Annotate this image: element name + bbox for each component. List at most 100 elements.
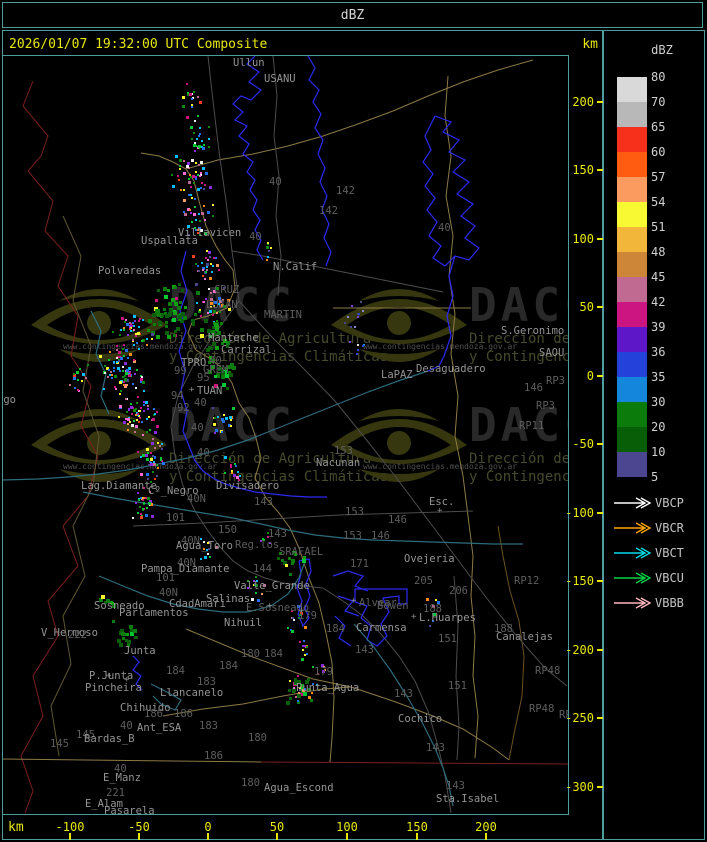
radar-echo-pixel — [155, 299, 158, 302]
station-cross-marker: + — [411, 612, 417, 622]
radar-echo-pixel — [200, 187, 202, 189]
boundary-line — [185, 59, 534, 170]
y-axis-tick — [597, 512, 603, 514]
map-place-label: 179 — [314, 666, 333, 678]
radar-echo-pixel — [190, 212, 192, 214]
radar-echo-pixel — [151, 333, 154, 336]
radar-echo-pixel — [165, 314, 169, 318]
radar-echo-pixel — [255, 576, 257, 578]
title-bar: dBZ — [2, 2, 703, 28]
radar-echo-pixel — [127, 334, 129, 336]
radar-echo-pixel — [154, 413, 156, 415]
radar-echo-pixel — [199, 101, 202, 104]
radar-echo-pixel — [197, 265, 199, 267]
map-place-label: 180 — [241, 777, 260, 789]
dacc-watermark: DACCDirección de Agriculturay Contingenc… — [331, 398, 568, 485]
radar-echo-pixel — [198, 213, 200, 215]
timestamp: 2026/01/07 19:32:00 UTC Composite — [9, 37, 268, 52]
map-place-label: 143 — [446, 780, 465, 792]
radar-echo-pixel — [148, 502, 151, 505]
map-place-label: Nihuil — [224, 617, 262, 629]
radar-echo-pixel — [125, 398, 127, 400]
radar-echo-pixel — [357, 344, 359, 346]
radar-echo-pixel — [137, 413, 139, 415]
radar-echo-pixel — [73, 373, 75, 375]
radar-echo-pixel — [127, 429, 129, 431]
radar-echo-pixel — [304, 654, 306, 656]
radar-echo-pixel — [132, 322, 134, 324]
map-place-label: 146 — [524, 382, 543, 394]
radar-echo-pixel — [200, 328, 204, 332]
radar-echo-pixel — [266, 259, 268, 261]
radar-echo-pixel — [208, 288, 210, 290]
x-axis-tick-label: -50 — [128, 820, 150, 834]
radar-echo-pixel — [151, 515, 154, 518]
radar-echo-pixel — [133, 359, 135, 361]
radar-echo-pixel — [237, 471, 239, 473]
radar-echo-pixel — [111, 374, 113, 376]
radar-echo-pixel — [120, 357, 123, 360]
radar-echo-pixel — [297, 675, 299, 677]
radar-echo-pixel — [146, 344, 148, 346]
radar-echo-pixel — [186, 165, 189, 168]
map-place-label: RP3 — [536, 400, 555, 412]
radar-echo-pixel — [127, 423, 129, 425]
radar-echo-pixel — [198, 270, 200, 272]
radar-echo-pixel — [347, 316, 349, 318]
radar-echo-pixel — [299, 641, 301, 643]
radar-echo-pixel — [212, 215, 214, 217]
radar-echo-pixel — [113, 367, 115, 369]
map-place-label: 144 — [253, 563, 272, 575]
station-cross-marker: + — [267, 601, 273, 611]
radar-echo-pixel — [218, 269, 220, 271]
radar-echo-pixel — [135, 408, 137, 410]
radar-echo-pixel — [134, 373, 136, 375]
radar-echo-pixel — [205, 257, 207, 259]
radar-echo-pixel — [349, 341, 351, 343]
radar-echo-pixel — [192, 175, 195, 178]
river-line — [422, 115, 480, 267]
radar-echo-pixel — [229, 416, 232, 419]
map-place-label: SRAFAEL — [279, 546, 323, 558]
map-place-label: RP3 — [546, 375, 565, 387]
x-axis-tick — [276, 833, 278, 840]
radar-echo-pixel — [199, 133, 201, 135]
y-axis-tick — [597, 717, 603, 719]
radar-echo-pixel — [130, 403, 132, 405]
radar-echo-pixel — [108, 369, 110, 371]
radar-echo-pixel — [125, 319, 127, 321]
map-place-label: Ovejeria — [404, 553, 455, 565]
radar-echo-pixel — [191, 319, 195, 323]
dacc-logo-icon — [387, 311, 411, 335]
radar-echo-pixel — [174, 302, 178, 306]
radar-echo-pixel — [174, 286, 177, 289]
map-place-label: 186 — [204, 750, 223, 762]
radar-echo-pixel — [146, 448, 149, 451]
map-place-label: 184 — [264, 648, 283, 660]
radar-echo-pixel — [204, 556, 207, 559]
radar-echo-pixel — [220, 322, 223, 325]
radar-echo-pixel — [202, 167, 205, 170]
vector-label: VBCP — [655, 496, 684, 510]
map-place-label: 40 — [194, 397, 207, 409]
radar-echo-pixel — [207, 553, 209, 555]
radar-echo-pixel — [107, 376, 109, 378]
x-axis-tick-label: 0 — [204, 820, 212, 834]
radar-echo-pixel — [210, 263, 212, 265]
radar-echo-pixel — [212, 407, 214, 409]
legend-swatch — [617, 202, 647, 227]
radar-echo-pixel — [142, 499, 144, 501]
radar-echo-pixel — [230, 419, 232, 421]
radar-echo-pixel — [182, 105, 185, 108]
dacc-logo-icon — [387, 431, 411, 455]
radar-echo-pixel — [178, 283, 181, 286]
y-axis-unit-label: km — [582, 37, 598, 52]
radar-echo-pixel — [192, 323, 195, 326]
legend-swatch — [617, 252, 647, 277]
radar-echo-pixel — [123, 421, 126, 424]
legend-scale-value: 51 — [651, 220, 666, 234]
radar-echo-pixel — [216, 320, 218, 322]
map-place-label: Nacunan — [316, 457, 360, 469]
radar-echo-pixel — [295, 696, 297, 698]
station-cross-marker: + — [299, 606, 305, 616]
